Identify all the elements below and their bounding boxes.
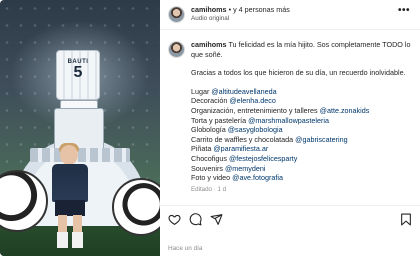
mention-link[interactable]: @memydeni [225,164,265,173]
audio-label[interactable]: Audio original [191,15,229,22]
post-details: camihoms • y 4 personas más Audio origin… [160,0,420,256]
post-header: camihoms • y 4 personas más Audio origin… [160,0,420,30]
edited-label: Editado · 1 d [191,185,227,193]
post-caption: camihoms Tu felicidad es la mía hijito. … [160,34,420,204]
heart-icon[interactable] [168,213,181,231]
author-avatar[interactable] [168,6,185,23]
mention-link[interactable]: @altitudeavellaneda [211,87,276,96]
mention-link[interactable]: @paramifiesta.ar [213,144,268,153]
jersey-number: 5 [73,64,83,81]
mention-link[interactable]: @atte.zonakids [320,106,370,115]
mention-link[interactable]: @gabriscatering [295,135,347,144]
post-timestamp[interactable]: Hace un día [168,245,202,252]
credit-line: Decoración @elenha.deco [191,96,276,106]
mention-link[interactable]: @festejosfelicesparty [229,154,297,163]
child-shirt [52,164,88,202]
child-sock [72,232,83,248]
credit-line: Piñata @paramifiesta.ar [191,144,269,154]
credit-line: Souvenirs @memydeni [191,163,266,173]
credit-line: Carrito de waffles y chocolatada @gabris… [191,134,348,144]
collaborators-link[interactable]: y 4 personas más [233,5,290,14]
caption-thanks: Gracias a todos los que hicieron de su d… [191,68,406,78]
credit-line: Foto y video @ave.fotografia [191,173,284,183]
credit-line: Lugar @altitudeavellaneda [191,86,277,96]
mention-link[interactable]: @marshmallowpasteleria [248,116,329,125]
mention-link[interactable]: @sasyglobologia [228,125,283,134]
caption-username[interactable]: camihoms [191,40,227,49]
jersey-sign: BAUTI 5 [56,50,100,100]
author-line: camihoms • y 4 personas más [191,5,290,14]
post-photo[interactable]: BAUTI 5 [0,0,160,256]
action-bar [160,205,420,231]
mention-link[interactable]: @ave.fotografia [232,173,283,182]
credit-line: Globología @sasyglobologia [191,125,283,135]
share-icon[interactable] [210,213,223,231]
bookmark-icon[interactable] [400,213,412,231]
credit-line: Chocofigus @festejosfelicesparty [191,153,298,163]
instagram-post: BAUTI 5 camihoms • y 4 personas más Audi… [0,0,420,256]
child-head [60,145,78,165]
comment-icon[interactable] [189,213,202,231]
child-shorts [55,200,85,216]
author-username[interactable]: camihoms [191,5,227,14]
caption-avatar[interactable] [168,41,185,58]
separator-dot: • [228,5,232,14]
caption-text: camihoms Tu felicidad es la mía hijito. … [191,40,413,194]
credit-line: Organización, entretenimiento y talleres… [191,105,370,115]
candy-jars [30,148,130,162]
mention-link[interactable]: @elenha.deco [229,96,275,105]
child-sock [57,232,68,248]
credit-line: Torta y pastelería @marshmallowpasteleri… [191,115,329,125]
more-dots-icon[interactable]: ••• [398,5,410,16]
